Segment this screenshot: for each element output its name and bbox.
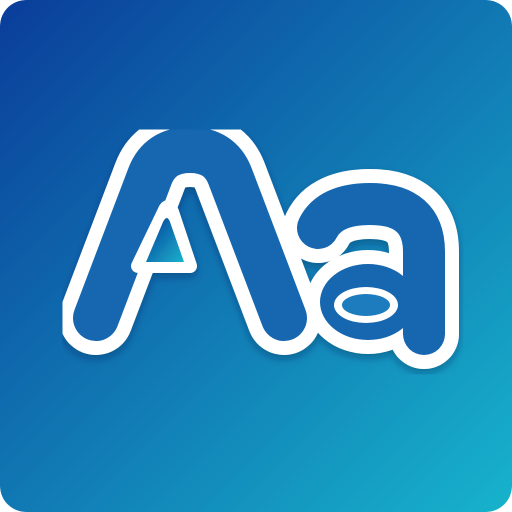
bowl-counter xyxy=(342,294,390,316)
font-letters-icon xyxy=(0,0,512,512)
app-icon xyxy=(0,0,512,512)
lowercase-a-letter xyxy=(283,169,459,369)
